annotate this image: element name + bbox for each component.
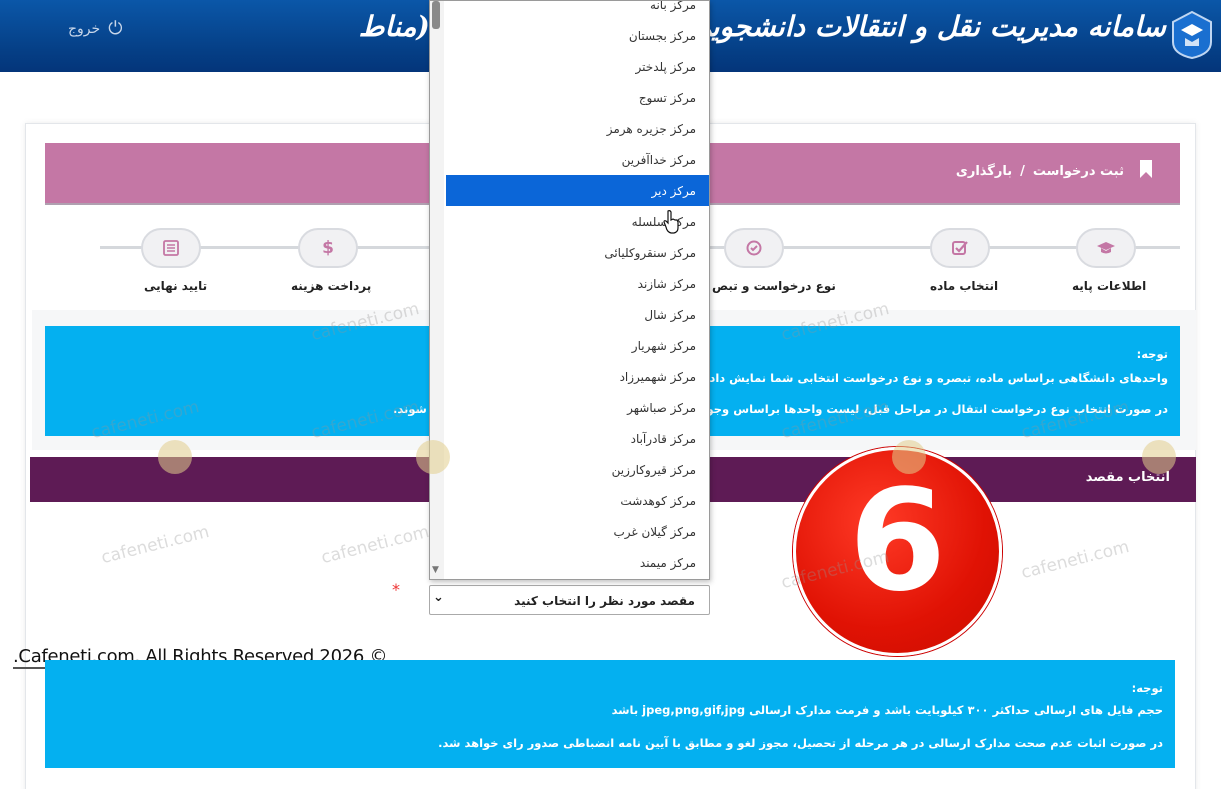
step-label-request-type: نوع درخواست و تبص bbox=[712, 279, 836, 293]
dropdown-option[interactable]: مرکز شهریار bbox=[446, 330, 709, 361]
dropdown-option[interactable]: مرکز جزیره هرمز bbox=[446, 113, 709, 144]
notice-box-bottom: توجه: حجم فایل های ارسالی حداکثر ۳۰۰ کیل… bbox=[45, 660, 1175, 768]
step-payment[interactable]: $ bbox=[298, 228, 358, 268]
checkbox-icon bbox=[952, 241, 968, 255]
step-label-basic-info: اطلاعات پایه bbox=[1072, 279, 1147, 293]
university-logo-icon bbox=[1172, 10, 1212, 60]
dropdown-option[interactable]: مرکز دیر bbox=[446, 175, 709, 206]
dropdown-options: مرکز بانه مرکز بجستان مرکز پلدختر مرکز تسوج… bbox=[446, 1, 709, 578]
graduation-cap-icon bbox=[1097, 242, 1115, 254]
step-request-type[interactable] bbox=[724, 228, 784, 268]
dollar-icon: $ bbox=[322, 238, 334, 258]
bookmark-icon bbox=[1140, 160, 1152, 178]
destination-dropdown-list[interactable]: ▼ مرکز بانه مرکز بجستان مرکز پلدختر مرکز تس… bbox=[429, 0, 710, 580]
notice2-line-1: حجم فایل های ارسالی حداکثر ۳۰۰ کیلوبایت … bbox=[611, 703, 1163, 717]
destination-select-value: مقصد مورد نظر را انتخاب کنید bbox=[514, 594, 695, 608]
required-mark: * bbox=[392, 580, 400, 599]
dropdown-option[interactable]: مرکز خداآفرین bbox=[446, 144, 709, 175]
mouse-cursor-icon bbox=[663, 210, 679, 234]
step-label-payment: پرداخت هزینه bbox=[291, 279, 372, 293]
list-icon bbox=[163, 240, 179, 256]
scroll-down-arrow-icon[interactable]: ▼ bbox=[432, 565, 439, 575]
dropdown-option[interactable]: مرکز شازند bbox=[446, 268, 709, 299]
check-circle-icon bbox=[746, 240, 762, 256]
dropdown-option[interactable]: مرکز کوهدشت bbox=[446, 485, 709, 516]
notice2-title: توجه: bbox=[1131, 681, 1163, 695]
power-icon: ⏻ bbox=[108, 18, 123, 39]
watermark-logo-icon bbox=[158, 440, 192, 474]
notice-line-1: واحدهای دانشگاهی براساس ماده، تبصره و نو… bbox=[660, 371, 1168, 385]
step-number-badge: 6 bbox=[793, 447, 1002, 656]
dropdown-scrollbar-thumb[interactable] bbox=[432, 1, 440, 29]
dropdown-option[interactable]: مرکز پلدختر bbox=[446, 51, 709, 82]
dropdown-option[interactable]: مرکز سنقروکلیائی bbox=[446, 237, 709, 268]
step-label-final-confirm: تایید نهایی bbox=[144, 279, 208, 293]
step-number: 6 bbox=[848, 460, 947, 623]
dropdown-option[interactable]: مرکز شال bbox=[446, 299, 709, 330]
dropdown-option[interactable]: مرکز گیلان غرب bbox=[446, 516, 709, 547]
dropdown-option[interactable]: مرکز صباشهر bbox=[446, 392, 709, 423]
step-select-article[interactable] bbox=[930, 228, 990, 268]
breadcrumb-current[interactable]: ثبت درخواست bbox=[1033, 164, 1124, 179]
dropdown-option[interactable]: مرکز میمند bbox=[446, 547, 709, 578]
dropdown-scrollbar[interactable]: ▼ bbox=[430, 1, 444, 579]
dropdown-option[interactable]: مرکز تسوج bbox=[446, 82, 709, 113]
watermark-logo-icon bbox=[416, 440, 450, 474]
watermark-logo-icon bbox=[892, 440, 926, 474]
dropdown-option[interactable]: مرکز قادرآباد bbox=[446, 423, 709, 454]
notice-title: توجه: bbox=[1136, 347, 1168, 361]
dropdown-option[interactable]: مرکز شهمیرزاد bbox=[446, 361, 709, 392]
breadcrumb-section: بارگذاری bbox=[955, 164, 1013, 179]
step-label-select-article: انتخاب ماده bbox=[930, 279, 999, 293]
logout-label: خروج bbox=[68, 20, 101, 37]
dropdown-option[interactable]: مرکز بانه bbox=[446, 1, 709, 20]
breadcrumb-separator: / bbox=[1020, 164, 1025, 179]
chevron-down-icon: ⌄ bbox=[433, 590, 444, 605]
watermark-logo-icon bbox=[1142, 440, 1176, 474]
notice2-line-2: در صورت اثبات عدم صحت مدارک ارسالی در هر… bbox=[438, 736, 1163, 750]
dropdown-option[interactable]: مرکز قیروکارزین bbox=[446, 454, 709, 485]
logout-button[interactable]: ⏻ خروج bbox=[68, 18, 122, 39]
destination-select[interactable]: مقصد مورد نظر را انتخاب کنید ⌄ bbox=[429, 585, 710, 615]
step-final-confirm[interactable] bbox=[141, 228, 201, 268]
step-basic-info[interactable] bbox=[1076, 228, 1136, 268]
dropdown-option[interactable]: مرکز بجستان bbox=[446, 20, 709, 51]
